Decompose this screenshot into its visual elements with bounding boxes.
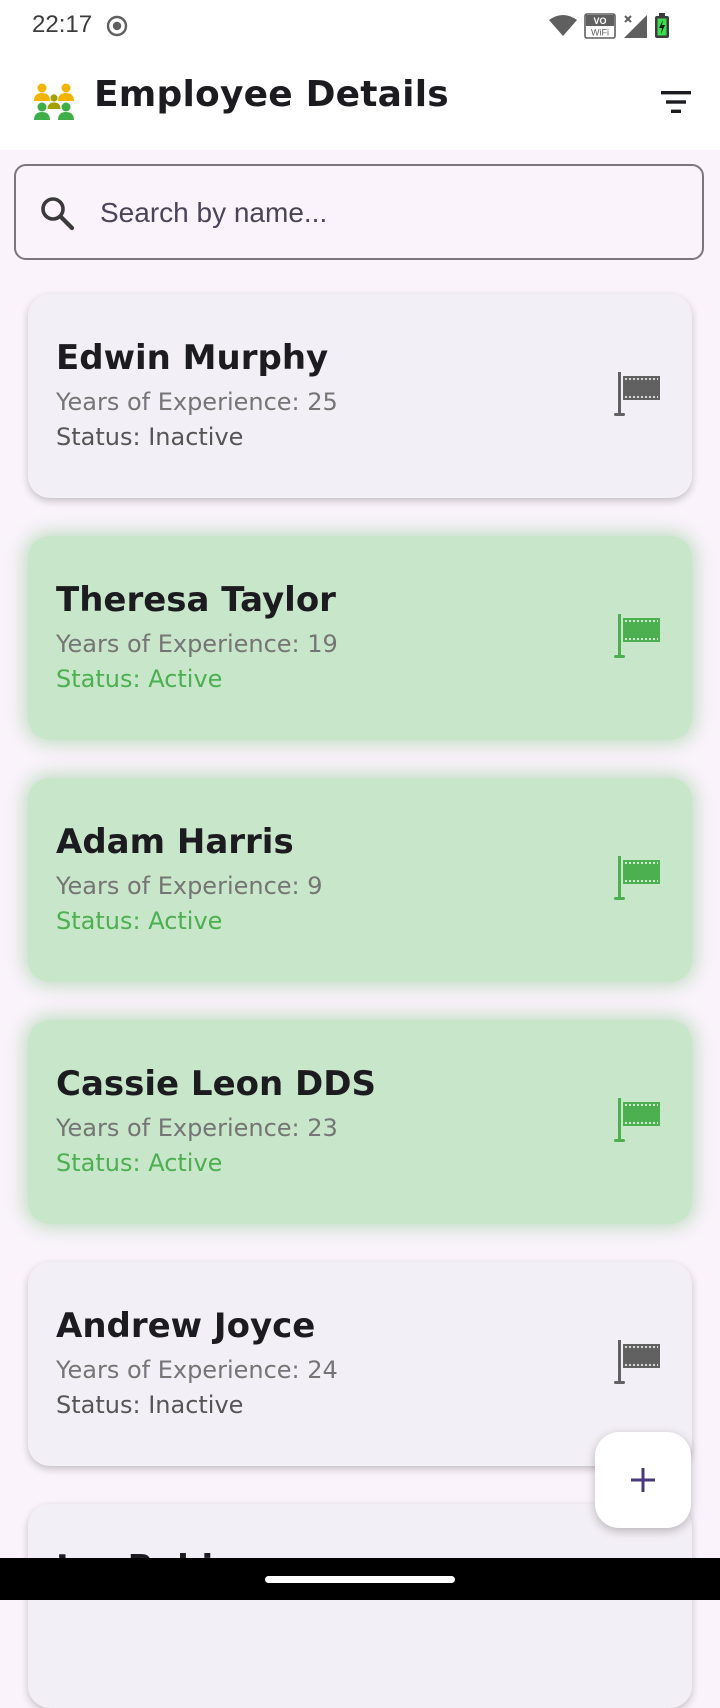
employee-card[interactable]: Edwin Murphy Years of Experience: 25 Sta… bbox=[28, 294, 692, 498]
employee-card[interactable]: Andrew Joyce Years of Experience: 24 Sta… bbox=[28, 1262, 692, 1466]
flag-icon bbox=[614, 614, 660, 658]
employee-experience: Years of Experience: 9 bbox=[56, 872, 323, 900]
employee-experience: Years of Experience: 24 bbox=[56, 1356, 338, 1384]
flag-icon bbox=[614, 372, 660, 416]
employee-card[interactable]: Adam Harris Years of Experience: 9 Statu… bbox=[28, 778, 692, 982]
employee-status: Status: Active bbox=[56, 1149, 223, 1177]
search-input[interactable] bbox=[98, 184, 682, 242]
employee-status: Status: Inactive bbox=[56, 423, 244, 451]
status-icons: VO WiFi bbox=[548, 12, 670, 40]
flag-icon bbox=[614, 856, 660, 900]
people-group-icon bbox=[34, 83, 74, 120]
flag-icon bbox=[614, 1098, 660, 1142]
employee-card[interactable]: Cassie Leon DDS Years of Experience: 23 … bbox=[28, 1020, 692, 1224]
employee-status: Status: Active bbox=[56, 665, 223, 693]
status-time: 22:17 bbox=[32, 11, 93, 38]
employee-card[interactable]: Theresa Taylor Years of Experience: 19 S… bbox=[28, 536, 692, 740]
vowifi-icon: VO WiFi bbox=[584, 13, 616, 39]
employee-status: Status: Inactive bbox=[56, 1391, 244, 1419]
home-gesture-handle[interactable] bbox=[265, 1576, 455, 1583]
vowifi-top-label: VO bbox=[593, 16, 606, 26]
battery-icon bbox=[655, 13, 669, 38]
employee-name: Cassie Leon DDS bbox=[56, 1064, 376, 1104]
employee-name: Andrew Joyce bbox=[56, 1306, 316, 1346]
employee-experience: Years of Experience: 19 bbox=[56, 630, 338, 658]
page-title: Employee Details bbox=[94, 74, 449, 115]
employee-experience: Years of Experience: 25 bbox=[56, 388, 338, 416]
vowifi-bottom-label: WiFi bbox=[591, 28, 609, 38]
employee-name: Adam Harris bbox=[56, 822, 294, 862]
search-icon bbox=[41, 197, 75, 231]
search-field[interactable] bbox=[14, 164, 704, 260]
status-bar: 22:17 VO WiFi bbox=[0, 0, 720, 52]
employee-name: Theresa Taylor bbox=[56, 580, 336, 620]
screen-record-icon bbox=[106, 15, 128, 37]
employee-experience: Years of Experience: 23 bbox=[56, 1114, 338, 1142]
app-bar: Employee Details bbox=[0, 52, 720, 150]
signal-icon bbox=[624, 15, 647, 38]
employee-name: Edwin Murphy bbox=[56, 338, 329, 378]
filter-button[interactable] bbox=[652, 78, 700, 126]
flag-icon bbox=[614, 1340, 660, 1384]
wifi-icon bbox=[549, 15, 577, 36]
add-employee-button[interactable] bbox=[595, 1432, 691, 1528]
plus-icon bbox=[631, 1468, 655, 1492]
employee-status: Status: Active bbox=[56, 907, 223, 935]
system-nav-bar bbox=[0, 1558, 720, 1600]
filter-list-icon bbox=[661, 91, 691, 113]
employee-card[interactable]: Ian Robinson bbox=[28, 1504, 692, 1708]
